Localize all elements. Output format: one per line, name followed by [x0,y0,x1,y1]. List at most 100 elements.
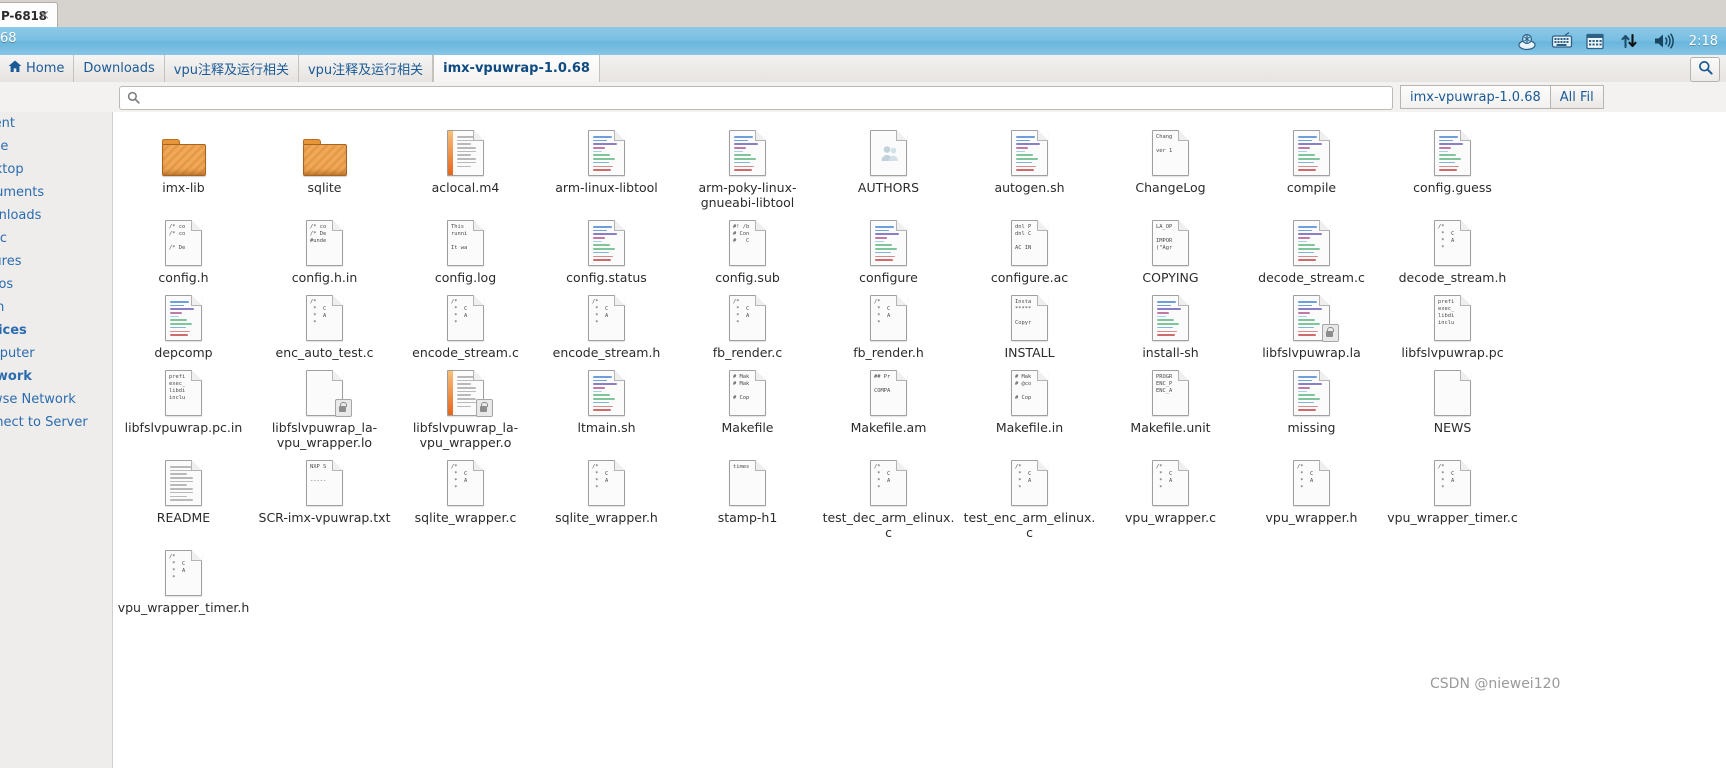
file-item[interactable]: /* * C * A * test_dec_arm_elinux.c [818,450,959,540]
breadcrumb-vpu-notes-2[interactable]: vpu注释及运行相关 [298,55,434,82]
sidebar-item-connect-to-server[interactable]: Connect to Server [0,411,112,434]
sidebar-item-home[interactable]: Home [0,135,112,158]
calendar-icon[interactable] [1585,31,1605,51]
file-item[interactable]: NXP S ----- SCR-imx-vpuwrap.txt [254,450,395,540]
sidebar-item-network[interactable]: Network [0,365,112,388]
code-preview-lines [1016,136,1043,173]
file-name-label: arm-linux-libtool [555,180,658,195]
breadcrumb-downloads[interactable]: Downloads [74,55,165,82]
file-item[interactable]: arm-poky-linux-gnueabi-libtool [677,120,818,210]
file-item[interactable]: /* * C * A * enc_auto_test.c [254,285,395,360]
file-item[interactable]: /* * C * A * vpu_wrapper.c [1100,450,1241,540]
file-item[interactable]: Insta ***** Copyr INSTALL [959,285,1100,360]
file-item[interactable]: config.status [536,210,677,285]
file-item[interactable]: depcomp [113,285,254,360]
sidebar-item-pictures[interactable]: Pictures [0,250,112,273]
sidebar-item-label: Devices [0,323,27,338]
sidebar-item-devices[interactable]: Devices [0,319,112,342]
file-item[interactable]: prefi exec_ libdi inclu libfslvpuwrap.pc.… [113,360,254,450]
file-item[interactable]: arm-linux-libtool [536,120,677,210]
folder-item[interactable]: imx-lib [113,120,254,210]
breadcrumb-current-folder[interactable]: imx-vpuwrap-1.0.68 [433,55,600,82]
file-item[interactable]: # Mak # @co # Cop Makefile.in [959,360,1100,450]
file-item[interactable]: libfslvpuwrap_la-vpu_wrapper.lo [254,360,395,450]
file-item[interactable]: /* * C * A * vpu_wrapper_timer.c [1382,450,1523,540]
file-item[interactable]: libfslvpuwrap.la [1241,285,1382,360]
file-item[interactable]: /* * C * A * decode_stream.h [1382,210,1523,285]
file-item[interactable]: /* * C * A * vpu_wrapper_timer.h [113,540,254,615]
file-item[interactable]: /* * C * A * encode_stream.c [395,285,536,360]
file-name-label: ltmain.sh [577,420,636,435]
toggle-search-button[interactable] [1690,57,1720,82]
file-item[interactable]: /* * C * A * fb_render.h [818,285,959,360]
sidebar-item-browse-network[interactable]: Browse Network [0,388,112,411]
file-item[interactable]: NEWS [1382,360,1523,450]
file-list-view[interactable]: imx-lib sqlite aclocal.m4 arm-linux-libtool… [113,112,1726,768]
breadcrumb-vpu-notes-1[interactable]: vpu注释及运行相关 [164,55,299,82]
file-item[interactable]: dnl P dnl C AC IN configure.ac [959,210,1100,285]
search-input[interactable] [140,90,1392,106]
sidebar-item-music[interactable]: Music [0,227,112,250]
file-item[interactable]: compile [1241,120,1382,210]
file-item[interactable]: install-sh [1100,285,1241,360]
folder-item[interactable]: sqlite [254,120,395,210]
sidebar-item-computer[interactable]: Computer [0,342,112,365]
scope-current-folder[interactable]: imx-vpuwrap-1.0.68 [1400,85,1550,109]
file-item[interactable]: times stamp-h1 [677,450,818,540]
icon-wrapper [1288,366,1336,416]
file-item[interactable]: configure [818,210,959,285]
file-item[interactable]: PROGR ENC_P ENC_A Makefile.unit [1100,360,1241,450]
sidebar-item-desktop[interactable]: Desktop [0,158,112,181]
file-item[interactable]: Chang ver 1 ChangeLog [1100,120,1241,210]
scope-all-files[interactable]: All Fil [1549,85,1604,109]
close-icon[interactable]: × [38,9,51,22]
breadcrumb-label: vpu注释及运行相关 [173,63,289,78]
file-item[interactable]: /* * C * A * sqlite_wrapper.c [395,450,536,540]
file-item[interactable]: /* co /* co /* De config.h [113,210,254,285]
file-item[interactable]: aclocal.m4 [395,120,536,210]
keyboard-indicator-icon[interactable] [1551,31,1572,51]
file-item[interactable]: /* co /* De #unde config.h.in [254,210,395,285]
breadcrumb-home[interactable]: Home [0,55,75,82]
network-icon[interactable] [1619,31,1639,51]
file-item[interactable]: #! /b # Con # C config.sub [677,210,818,285]
bluetooth-icon[interactable] [1517,31,1537,51]
file-item[interactable]: ## Pr COMPA Makefile.am [818,360,959,450]
file-item[interactable]: decode_stream.c [1241,210,1382,285]
file-item[interactable]: config.guess [1382,120,1523,210]
file-item[interactable]: /* * C * A * fb_render.c [677,285,818,360]
icon-wrapper [724,126,772,176]
file-item[interactable]: README [113,450,254,540]
sidebar-item-videos[interactable]: Videos [0,273,112,296]
file-item[interactable]: prefi exec_ libdi inclu libfslvpuwrap.pc [1382,285,1523,360]
panel-clock[interactable]: 2:18 [1689,34,1718,49]
file-item[interactable]: /* * C * A * encode_stream.h [536,285,677,360]
sidebar-item-downloads[interactable]: Downloads [0,204,112,227]
file-item[interactable]: missing [1241,360,1382,450]
file-name-label: libfslvpuwrap_la-vpu_wrapper.lo [271,420,378,450]
icon-wrapper: prefi exec_ libdi inclu [160,366,208,416]
icon-wrapper: /* * C * A * [583,456,631,506]
file-item[interactable]: autogen.sh [959,120,1100,210]
icon-wrapper: Insta ***** Copyr [1006,291,1054,341]
file-item[interactable]: /* * C * A * test_enc_arm_elinux.c [959,450,1100,540]
file-preview-text: # Mak # @co # Cop [1015,374,1032,401]
file-name-label: arm-poky-linux-gnueabi-libtool [698,180,797,210]
sidebar-item-documents[interactable]: Documents [0,181,112,204]
file-item[interactable]: /* * C * A * vpu_wrapper.h [1241,450,1382,540]
file-preview-text: LA_OP IMPOR ("Agr [1156,224,1173,251]
volume-icon[interactable] [1653,31,1674,51]
file-item[interactable]: # Mak # Mak # Cop Makefile [677,360,818,450]
sidebar-item-trash[interactable]: Trash [0,296,112,319]
search-field-wrapper[interactable] [119,86,1393,110]
window-tab[interactable]: P-6818 × [0,2,58,29]
file-item[interactable]: libfslvpuwrap_la-vpu_wrapper.o [395,360,536,450]
file-item[interactable]: AUTHORS [818,120,959,210]
icon-wrapper: /* * C * A * [301,291,349,341]
icon-wrapper [865,126,913,176]
file-item[interactable]: ltmain.sh [536,360,677,450]
file-item[interactable]: LA_OP IMPOR ("Agr COPYING [1100,210,1241,285]
sidebar-item-recent[interactable]: Recent [0,112,112,135]
file-item[interactable]: /* * C * A * sqlite_wrapper.h [536,450,677,540]
file-item[interactable]: This runni It wa config.log [395,210,536,285]
